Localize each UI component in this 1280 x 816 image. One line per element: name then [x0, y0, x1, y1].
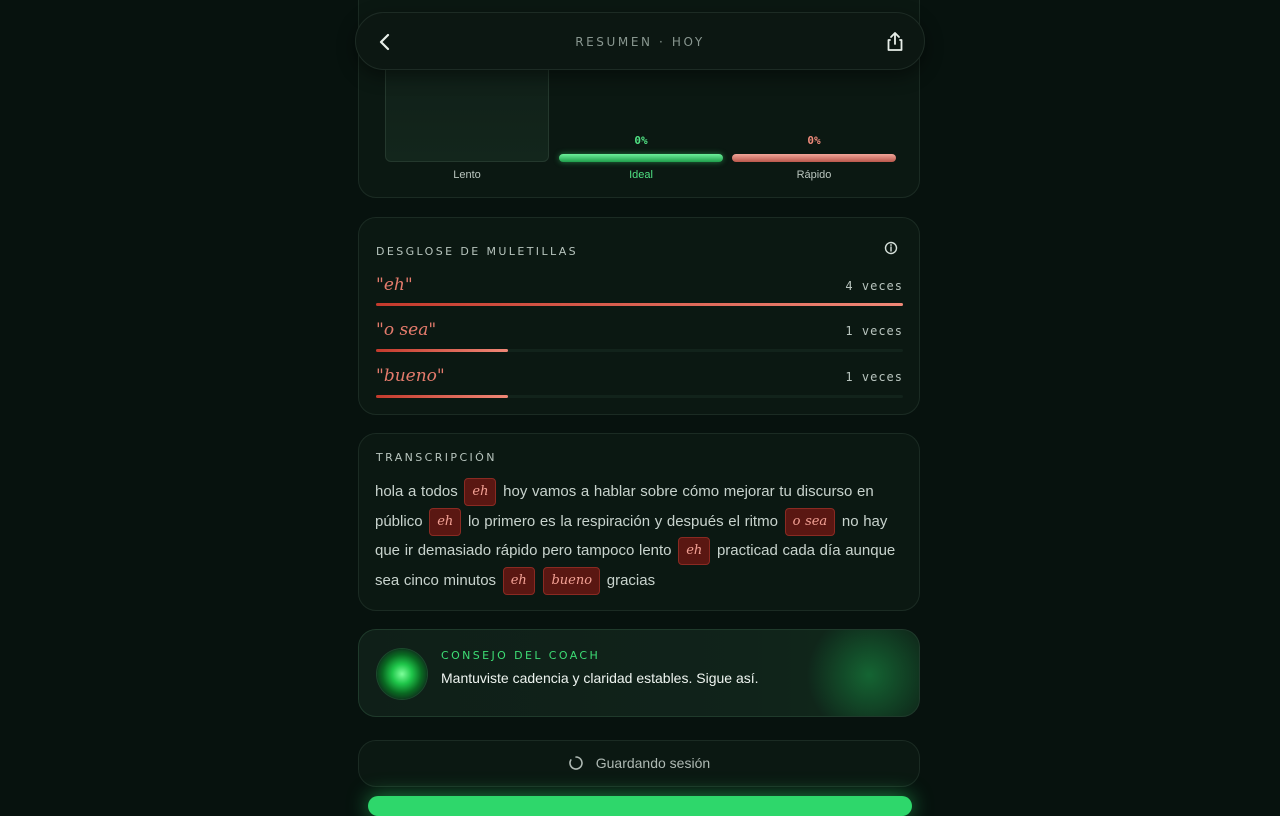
share-icon	[887, 32, 903, 51]
filler-tag: eh	[464, 478, 497, 507]
speed-bar-fast	[732, 154, 896, 162]
transcript-segment: lo primero es la respiración y después e…	[467, 512, 778, 530]
coach-avatar-orb	[377, 649, 427, 699]
primary-action-button[interactable]	[368, 796, 912, 816]
transcript-text: hola a todos eh hoy vamos a hablar sobre…	[375, 477, 903, 595]
speed-percent-fast: 0%	[807, 134, 821, 147]
filler-count: 1 veces	[845, 324, 903, 338]
filler-row-eh: "eh" 4 veces	[376, 275, 903, 315]
top-bar: RESUMEN · HOY	[355, 12, 925, 70]
share-button[interactable]	[882, 29, 908, 55]
filler-track	[376, 395, 903, 398]
saving-text: Guardando sesión	[595, 755, 711, 771]
transcript-segment: hola a todos	[375, 483, 458, 500]
spinner-icon	[569, 756, 583, 770]
filler-bar	[376, 349, 508, 352]
filler-tag: o sea	[784, 507, 836, 536]
transcript-card: TRANSCRIPCIÓN hola a todos eh hoy vamos …	[358, 433, 920, 611]
filler-tag: eh	[429, 507, 462, 536]
speed-label-ideal: Ideal	[629, 169, 653, 181]
filler-tag: bueno	[543, 566, 601, 595]
info-icon	[884, 241, 898, 255]
filler-count: 1 veces	[845, 370, 903, 384]
speed-label-slow: Lento	[453, 169, 481, 181]
transcript-segment: gracias	[606, 571, 656, 589]
filler-bar	[376, 303, 903, 306]
speed-bar-ideal	[559, 154, 723, 162]
speed-label-fast: Rápido	[796, 169, 832, 181]
saving-status: Guardando sesión	[358, 740, 920, 787]
filler-tag: eh	[502, 566, 535, 595]
transcript-title: TRANSCRIPCIÓN	[376, 451, 497, 464]
filler-word: "bueno"	[376, 366, 445, 386]
filler-row-bueno: "bueno" 1 veces	[376, 366, 903, 406]
filler-word: "o sea"	[376, 320, 437, 340]
coach-title: CONSEJO DEL COACH	[441, 649, 601, 662]
filler-tag: eh	[678, 537, 711, 566]
speed-percent-ideal: 0%	[634, 134, 648, 147]
page-title: RESUMEN · HOY	[575, 35, 705, 49]
filler-bar	[376, 395, 508, 398]
filler-breakdown-card: DESGLOSE DE MULETILLAS "eh" 4 veces "o s…	[358, 217, 920, 415]
filler-count: 4 veces	[845, 279, 903, 293]
filler-word: "eh"	[376, 275, 413, 295]
coach-tip-card: CONSEJO DEL COACH Mantuviste cadencia y …	[358, 629, 920, 717]
coach-message: Mantuviste cadencia y claridad estables.…	[441, 670, 759, 686]
coach-glow	[799, 630, 919, 716]
info-button[interactable]	[883, 240, 899, 256]
filler-track	[376, 349, 903, 352]
filler-row-o-sea: "o sea" 1 veces	[376, 320, 903, 360]
filler-track	[376, 303, 903, 306]
filler-title: DESGLOSE DE MULETILLAS	[376, 245, 579, 258]
